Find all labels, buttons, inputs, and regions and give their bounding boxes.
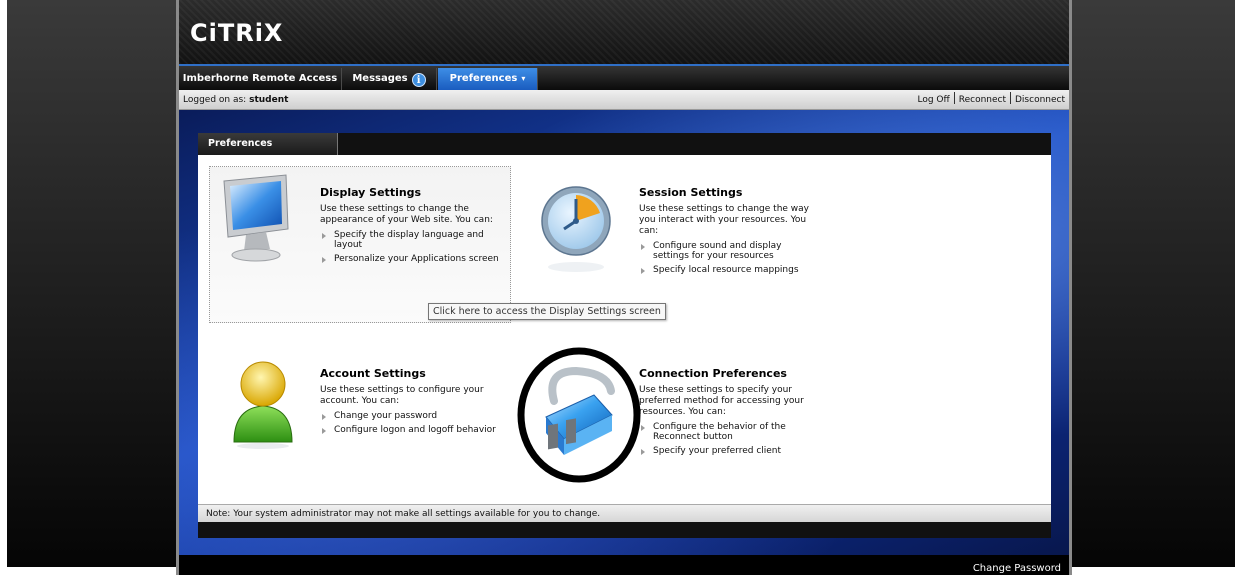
tab-messages[interactable]: Messages i [342,68,437,90]
connection-preferences-description: Use these settings to specify your prefe… [639,385,804,417]
note-bar: Note: Your system administrator may not … [198,504,1051,522]
tooltip: Click here to access the Display Setting… [428,303,666,320]
list-item-text: Change your password [334,411,438,421]
list-item-text: Configure sound and display settings for… [653,241,782,261]
logged-on-text: Logged on as: student [183,90,288,110]
display-settings-title[interactable]: Display Settings [320,186,500,199]
panel-footer [198,522,1051,538]
status-bar: Logged on as: student Log Off Reconnect Di… [179,90,1069,110]
logged-on-prefix: Logged on as: [183,95,247,105]
tab-preferences[interactable]: Preferences ▾ [438,68,538,90]
display-settings-description: Use these settings to change the appeara… [320,204,493,225]
header: CiTRiX [179,0,1069,64]
citrix-logo: CiTRiX [190,19,284,47]
list-item: Configure logon and logoff behavior [320,425,500,435]
session-settings-list: Configure sound and display settings for… [639,241,815,275]
connection-preferences-list: Configure the behavior of the Reconnect … [639,422,819,456]
change-password-link[interactable]: Change Password [973,563,1061,574]
link-divider [1010,92,1011,104]
list-item: Configure sound and display settings for… [639,241,815,261]
tab-messages-label: Messages [352,73,408,84]
list-item-text: Specify the display language and layout [334,230,484,250]
tab-remote-access-label: Imberhorne Remote Access [182,73,338,84]
tab-preferences-label: Preferences [449,73,518,84]
connection-preferences-title[interactable]: Connection Preferences [639,367,819,380]
disconnect-link[interactable]: Disconnect [1015,95,1065,105]
bullet-icon [322,233,326,239]
list-item: Specify your preferred client [639,446,819,456]
user-icon [228,350,298,453]
session-links: Log Off Reconnect Disconnect [918,90,1065,110]
account-settings-list: Change your password Configure logon and… [320,411,500,435]
plug-icon [516,343,642,492]
bullet-icon [322,428,326,434]
session-settings-description: Use these settings to change the way you… [639,204,809,236]
monitor-icon [214,173,294,276]
reconnect-link[interactable]: Reconnect [959,95,1006,105]
username: student [249,95,289,105]
content-background: Preferences Display Settings Use these s… [179,110,1069,555]
chevron-down-icon: ▾ [521,74,526,83]
list-item: Specify the display language and layout [320,230,500,250]
display-settings-section: Display Settings Use these settings to c… [320,186,500,268]
panel-title: Preferences [198,133,338,155]
nav-bar: Imberhorne Remote Access Messages i Prefe… [179,64,1069,90]
list-item-text: Configure logon and logoff behavior [334,425,496,435]
session-settings-section: Session Settings Use these settings to c… [639,186,815,279]
log-off-link[interactable]: Log Off [918,95,950,105]
list-item: Configure the behavior of the Reconnect … [639,422,819,442]
preferences-panel: Display Settings Use these settings to c… [198,155,1051,504]
frame-border-right [1069,0,1072,575]
footer-bar: Change Password [179,555,1069,575]
left-backdrop [7,0,176,567]
account-settings-title[interactable]: Account Settings [320,367,500,380]
info-icon: i [411,73,426,87]
right-backdrop [1072,0,1235,567]
clock-icon [538,177,618,280]
account-settings-section: Account Settings Use these settings to c… [320,367,500,439]
tab-remote-access[interactable]: Imberhorne Remote Access [179,68,342,90]
bullet-icon [322,257,326,263]
list-item-text: Specify your preferred client [653,446,782,456]
bullet-icon [641,244,645,250]
link-divider [953,92,955,104]
bullet-icon [641,268,645,274]
bullet-icon [322,414,326,420]
panel-header: Preferences [198,133,1051,155]
display-settings-list: Specify the display language and layout … [320,230,500,264]
list-item-text: Specify local resource mappings [653,265,799,275]
list-item: Specify local resource mappings [639,265,815,275]
account-settings-description: Use these settings to configure your acc… [320,385,484,406]
list-item-text: Configure the behavior of the Reconnect … [653,422,786,442]
list-item: Personalize your Applications screen [320,254,500,264]
session-settings-title[interactable]: Session Settings [639,186,815,199]
list-item: Change your password [320,411,500,421]
list-item-text: Personalize your Applications screen [334,254,499,264]
connection-preferences-section: Connection Preferences Use these setting… [639,367,819,460]
